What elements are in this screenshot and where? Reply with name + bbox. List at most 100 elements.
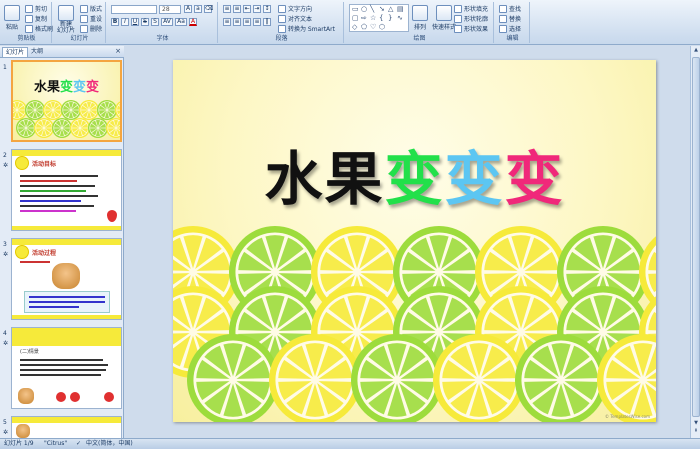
decrease-indent-button[interactable]: ⇤ [243, 5, 251, 13]
tab-slides[interactable]: 幻灯片 [2, 47, 29, 57]
quick-styles-button[interactable]: 快速样式 [432, 5, 456, 31]
text-direction-icon [278, 4, 286, 13]
slide-thumbnail-2[interactable]: 活动目标 [11, 149, 122, 231]
underline-button[interactable]: U [131, 18, 139, 26]
slide-title[interactable]: 水果变变变 [173, 132, 656, 216]
cut-button[interactable]: 剪切 [25, 4, 47, 13]
pane-tabs: 幻灯片 大纲 × [0, 46, 124, 58]
scroll-down-icon[interactable]: ▼ [692, 420, 700, 428]
smartart-icon [278, 24, 286, 33]
close-icon[interactable]: × [115, 47, 121, 55]
monkey-king-icon [18, 388, 34, 404]
slide-thumbnail-4[interactable]: (二)情景 [11, 327, 122, 409]
new-slide-button[interactable]: 新建 幻灯片 [57, 5, 75, 34]
scissors-icon [25, 4, 33, 13]
bold-button[interactable]: B [111, 18, 119, 26]
thumb-number: 1 [3, 64, 7, 71]
lime-slice [351, 334, 443, 422]
replace-button[interactable]: 替换 [499, 14, 521, 23]
align-center-button[interactable]: ≡ [233, 18, 241, 26]
shape-fill-button[interactable]: 形状填充 [454, 4, 488, 13]
justify-button[interactable]: ≡ [253, 18, 261, 26]
thumb-text-lines [20, 172, 102, 215]
increase-indent-button[interactable]: ⇥ [253, 5, 261, 13]
copy-button[interactable]: 复制 [25, 14, 47, 23]
title-fruit-text: 水果 [264, 145, 385, 213]
layout-button[interactable]: 版式 [80, 4, 102, 13]
bullets-button[interactable]: ≡ [223, 5, 231, 13]
rectangle-shape-icon: ▭ [352, 5, 359, 13]
char-spacing-button[interactable]: AV [161, 18, 173, 26]
font-group: 28 A a ⌫ B I U S S AV Aa A 字体 [108, 2, 218, 43]
tab-outline[interactable]: 大纲 [28, 47, 46, 57]
slide-thumbnail-pane: 幻灯片 大纲 × 1 水果变变变 2 ✲ 活动目标 3 ✲ 活动过程 4 ✲ (… [0, 46, 124, 438]
vertical-scrollbar[interactable]: ▲ ▼ ⇞ [690, 46, 700, 438]
drawing-label: 绘图 [413, 35, 426, 42]
font-size-combo[interactable]: 28 [159, 5, 181, 14]
find-button[interactable]: 查找 [499, 4, 521, 13]
slide-thumbnail-1[interactable]: 水果变变变 [11, 60, 122, 142]
right-arrow-shape-icon: ⇨ [361, 14, 367, 22]
text-direction-button[interactable]: 文字方向 [278, 4, 312, 13]
shapes-gallery[interactable]: ▭ ○ ╲ ➘ △ ▤ ▢ ⇨ ☆ { } ∿ ◇ ⬠ ♡ ⬡ [349, 4, 409, 32]
line-spacing-button[interactable]: ↕ [263, 5, 271, 13]
reset-icon [80, 14, 88, 23]
thumb-top-band [12, 328, 121, 346]
thumb-bottom-band [12, 315, 121, 319]
thumb-textbox [24, 291, 110, 313]
shadow-button[interactable]: S [151, 18, 159, 26]
thumb-number: 3 [3, 241, 7, 248]
binoculars-icon [499, 4, 507, 13]
lemon-slice [433, 334, 525, 422]
font-color-button[interactable]: A [189, 18, 197, 26]
curve-shape-icon: ∿ [397, 14, 403, 22]
change-case-button[interactable]: Aa [175, 18, 187, 26]
shape-effects-button[interactable]: 形状效果 [454, 24, 488, 33]
thumb-subheading-line [20, 261, 50, 263]
animation-star-icon: ✲ [3, 162, 9, 169]
cursor-icon [499, 24, 507, 33]
smartart-button[interactable]: 转换为 SmartArt [278, 24, 335, 33]
slide-thumbnail-5[interactable] [11, 416, 122, 438]
delete-button[interactable]: 删除 [80, 24, 102, 33]
reset-button[interactable]: 重设 [80, 14, 102, 23]
italic-button[interactable]: I [121, 18, 129, 26]
scroll-up-icon[interactable]: ▲ [692, 47, 700, 55]
shrink-font-button[interactable]: a [194, 5, 202, 13]
lime-slice [515, 334, 607, 422]
language-text[interactable]: 中文(简体，中国) [86, 439, 133, 449]
lemon-slice [115, 101, 120, 119]
paragraph-label: 段落 [275, 35, 288, 42]
scroll-thumb[interactable] [692, 57, 700, 417]
numbering-button[interactable]: ≡ [233, 5, 241, 13]
align-left-button[interactable]: ≡ [223, 18, 231, 26]
brace-shape-icon: { [379, 14, 384, 22]
select-button[interactable]: 选择 [499, 24, 521, 33]
slide-canvas[interactable]: 水果变变变 © TemplatesWise.com [173, 60, 656, 422]
lemon-slice [106, 118, 120, 138]
paste-button[interactable]: 粘贴 [4, 5, 20, 31]
arrange-button[interactable]: 排列 [412, 5, 428, 31]
brush-icon [25, 24, 33, 33]
grow-font-button[interactable]: A [184, 5, 192, 13]
format-painter-button[interactable]: 格式刷 [25, 24, 53, 33]
font-name-combo[interactable] [111, 5, 157, 14]
triangle-shape-icon: △ [388, 5, 394, 13]
layout-icon [80, 4, 88, 13]
apple-icon [104, 392, 114, 402]
align-text-button[interactable]: 对齐文本 [278, 14, 312, 23]
prev-slide-icon[interactable]: ⇞ [692, 428, 700, 436]
slide-thumbnail-3[interactable]: 活动过程 [11, 238, 122, 320]
effects-icon [454, 24, 462, 33]
lime-slice [25, 100, 45, 120]
clear-format-button[interactable]: ⌫ [204, 5, 213, 13]
spellcheck-icon[interactable]: ✓ [76, 439, 81, 449]
thumb-title: 水果变变变 [33, 80, 100, 95]
columns-button[interactable]: ‖ [263, 18, 271, 26]
shape-outline-button[interactable]: 形状轮廓 [454, 14, 488, 23]
animation-star-icon: ✲ [3, 429, 9, 436]
thumb-number: 5 [3, 419, 7, 426]
align-right-button[interactable]: ≡ [243, 18, 251, 26]
lime-slice [52, 118, 72, 138]
strikethrough-button[interactable]: S [141, 18, 149, 26]
